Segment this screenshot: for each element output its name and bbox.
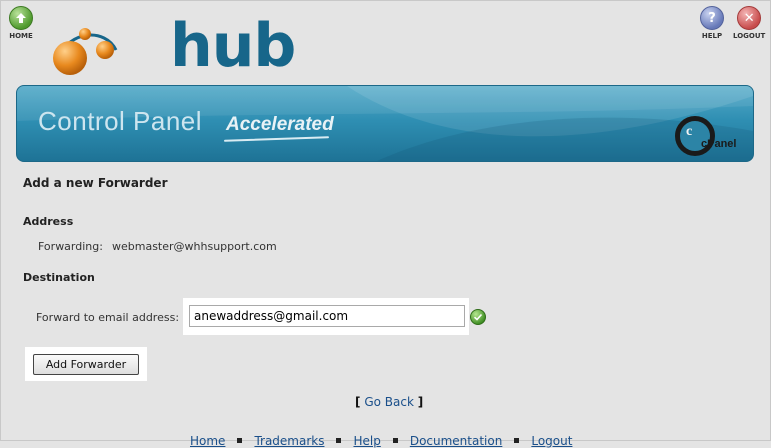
footer-link-trademarks[interactable]: Trademarks (254, 434, 324, 448)
go-back-link[interactable]: Go Back (364, 395, 414, 409)
control-panel-banner: Control Panel Accelerated c cPanel (16, 85, 754, 162)
page-title: Add a new Forwarder (23, 176, 168, 190)
footer-link-help[interactable]: Help (353, 434, 380, 448)
forward-to-label: Forward to email address: (36, 311, 180, 324)
hub-logo-bubbles-icon (53, 28, 118, 75)
home-button[interactable]: HOME (9, 6, 33, 40)
cpanel-logo-text: cPanel (701, 138, 737, 150)
footer-links: Home Trademarks Help Documentation Logout (190, 434, 572, 448)
forwarding-label: Forwarding: (38, 240, 103, 253)
cpanel-c-glyph: c (686, 124, 693, 139)
help-button[interactable]: ? HELP (700, 6, 724, 40)
close-icon: ✕ (737, 6, 762, 30)
footer-link-documentation[interactable]: Documentation (410, 434, 503, 448)
cpanel-logo: c cPanel (671, 116, 739, 158)
help-label: HELP (701, 32, 723, 40)
footer-link-logout[interactable]: Logout (531, 434, 572, 448)
forwarding-value: webmaster@whhsupport.com (112, 240, 277, 253)
banner-title: Control Panel (38, 106, 203, 136)
cpanel-ring-icon (675, 116, 715, 156)
bracket-open: [ (355, 395, 361, 409)
logout-label: LOGOUT (733, 32, 766, 40)
go-back-link-wrapper: [ Go Back ] (355, 395, 423, 409)
banner-subtitle: Accelerated (226, 114, 334, 135)
add-forwarder-button[interactable]: Add Forwarder (33, 354, 139, 375)
destination-heading: Destination (23, 271, 95, 284)
logo-text: hub (170, 11, 296, 81)
logout-button[interactable]: ✕ LOGOUT (733, 6, 765, 40)
question-icon: ? (700, 6, 724, 30)
home-arrow-icon (9, 6, 33, 30)
forward-email-input[interactable] (189, 305, 465, 327)
valid-check-icon (470, 309, 486, 325)
address-heading: Address (23, 215, 74, 228)
hub-logo[interactable]: hub (50, 10, 296, 78)
home-label: HOME (9, 32, 33, 40)
bracket-close: ] (417, 395, 424, 409)
footer-link-home[interactable]: Home (190, 434, 225, 448)
